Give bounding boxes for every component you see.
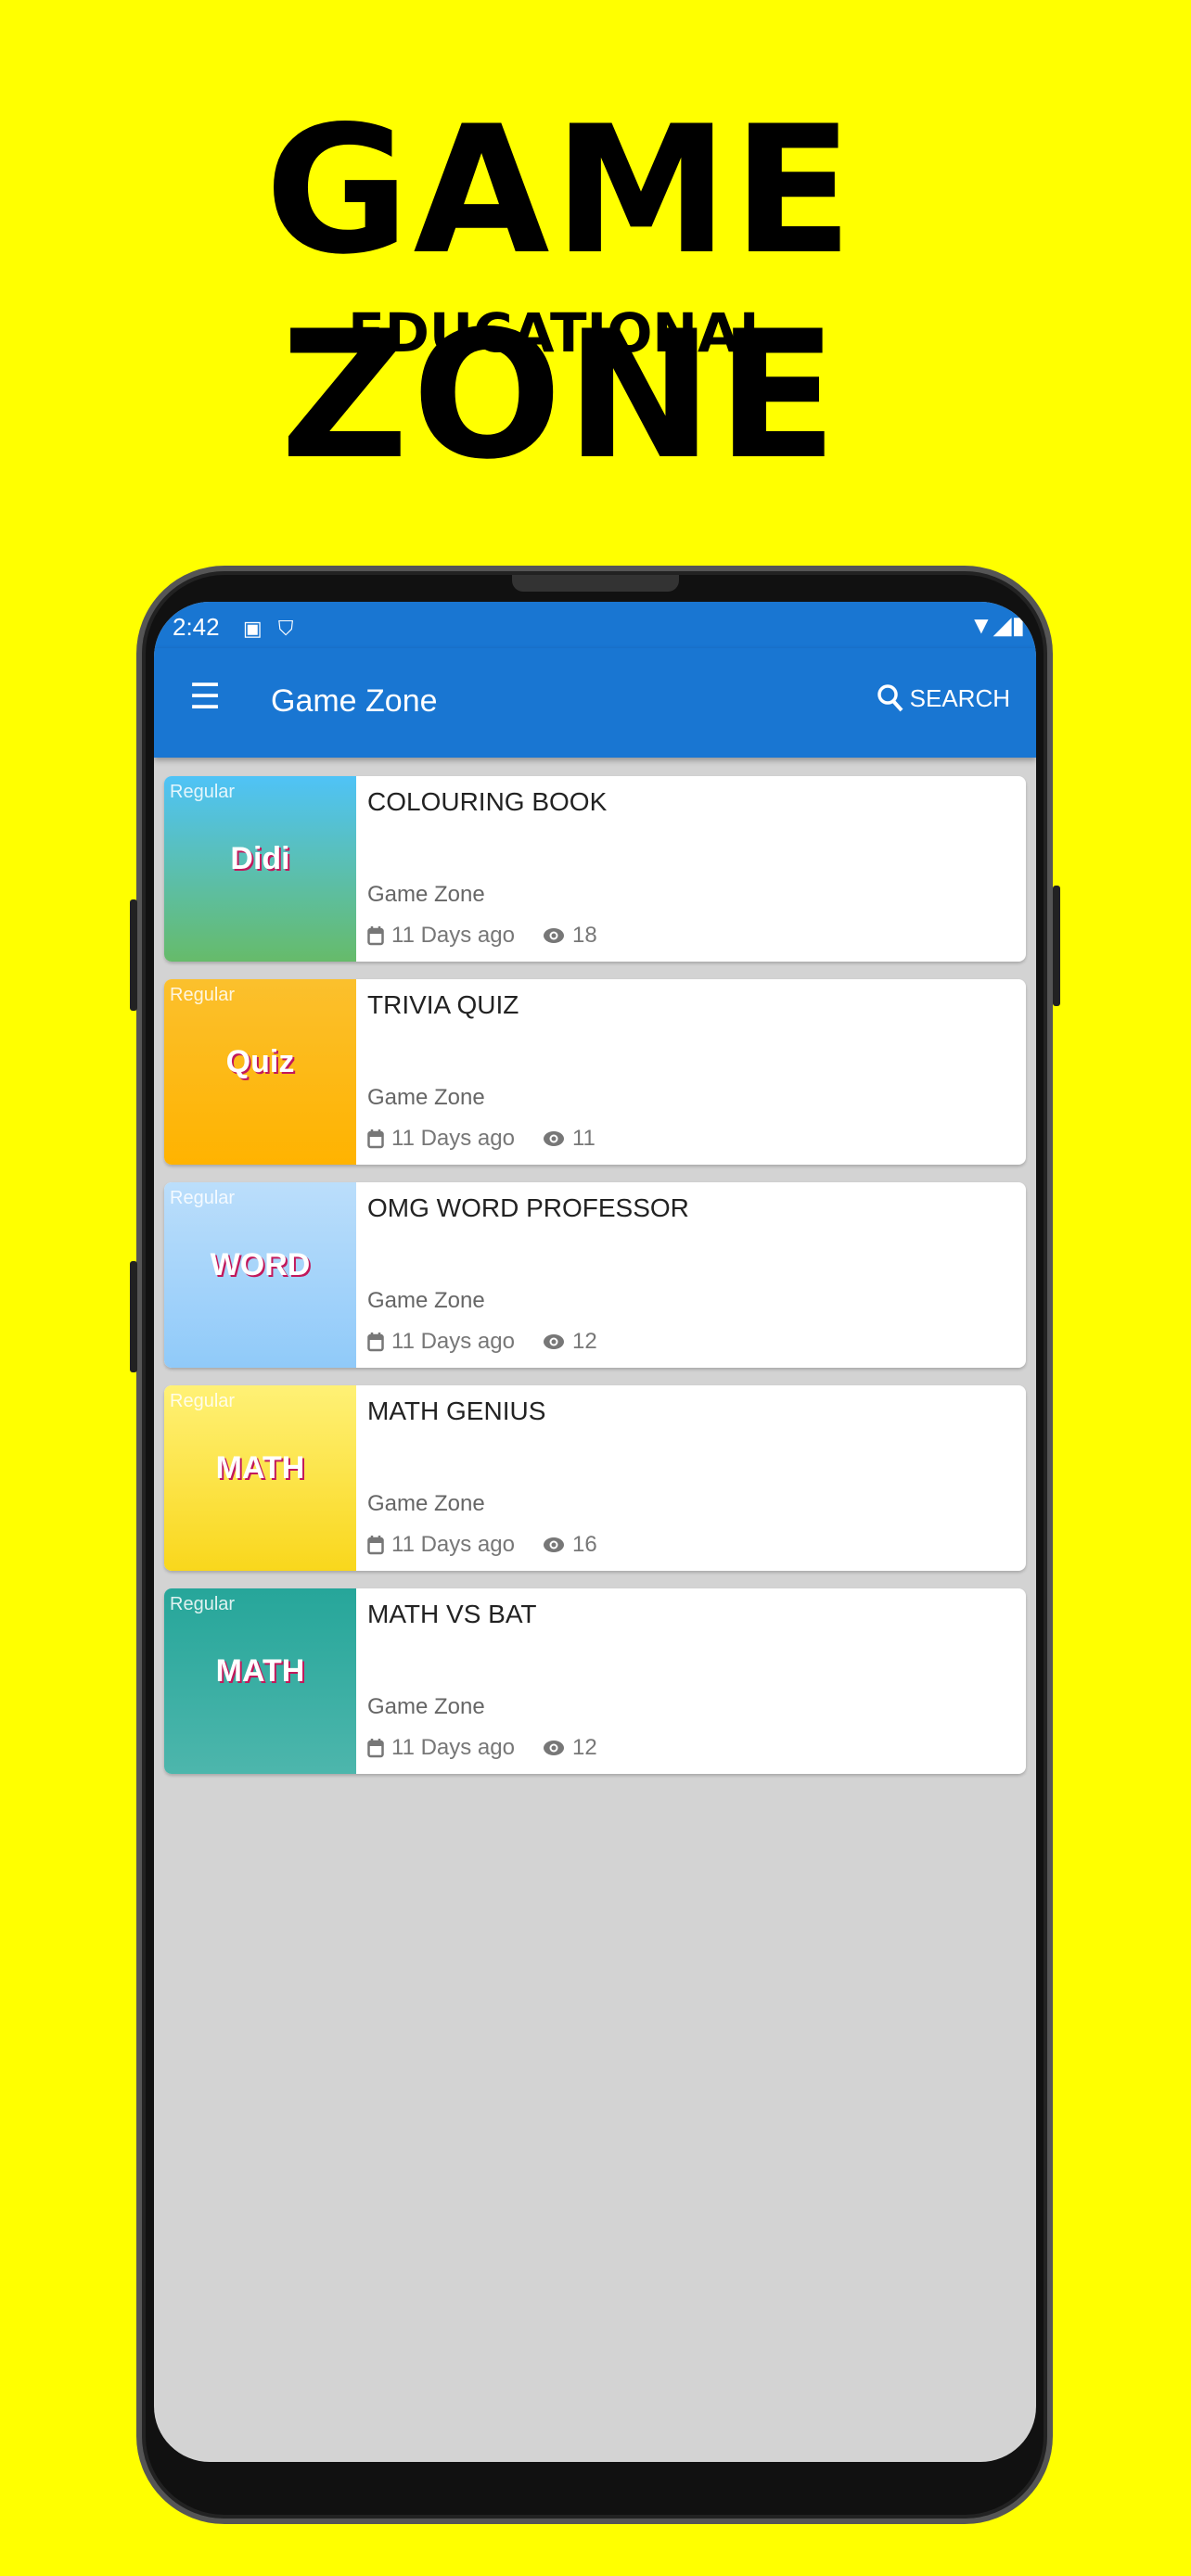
game-info: MATH VS BAT Game Zone 11 Days ago 12 <box>356 1588 1026 1774</box>
game-source: Game Zone <box>367 1491 485 1516</box>
thumbnail-art: Quiz <box>225 1044 295 1079</box>
game-age: 11 Days ago <box>391 1329 515 1354</box>
game-views: 16 <box>571 1532 597 1557</box>
game-card[interactable]: Regular Quiz TRIVIA QUIZ Game Zone 11 Da… <box>164 979 1026 1165</box>
calendar-icon <box>367 1333 384 1352</box>
eye-icon <box>543 1334 564 1349</box>
game-card[interactable]: Regular WORD OMG WORD PROFESSOR Game Zon… <box>164 1182 1026 1368</box>
phone-volume-button <box>130 899 137 1011</box>
signal-icon: ▼◢▮ <box>968 611 1025 639</box>
game-title: MATH VS BAT <box>367 1600 537 1628</box>
game-info: TRIVIA QUIZ Game Zone 11 Days ago 11 <box>356 979 1026 1165</box>
notification-icon: ▣ <box>242 617 263 640</box>
calendar-icon <box>367 1536 384 1555</box>
game-card[interactable]: Regular MATH MATH GENIUS Game Zone 11 Da… <box>164 1385 1026 1571</box>
game-age: 11 Days ago <box>391 923 515 948</box>
game-thumbnail: Regular Didi <box>164 776 356 962</box>
game-age: 11 Days ago <box>391 1126 515 1151</box>
promo-headline: GAME ZONE <box>264 88 857 498</box>
menu-icon[interactable]: ☰ <box>189 676 221 718</box>
eye-icon <box>543 1741 564 1755</box>
game-title: OMG WORD PROFESSOR <box>367 1193 689 1222</box>
game-source: Game Zone <box>367 882 485 907</box>
promo-subtitle: EDUCATIONAL <box>348 301 774 364</box>
game-age: 11 Days ago <box>391 1532 515 1557</box>
phone-volume-button <box>130 1261 137 1372</box>
game-source: Game Zone <box>367 1085 485 1110</box>
game-title: TRIVIA QUIZ <box>367 990 519 1019</box>
game-badge: Regular <box>170 985 236 1005</box>
game-title: COLOURING BOOK <box>367 787 608 816</box>
calendar-icon <box>367 926 384 946</box>
game-badge: Regular <box>170 1391 236 1411</box>
game-source: Game Zone <box>367 1694 485 1719</box>
game-card[interactable]: Regular Didi COLOURING BOOK Game Zone 11… <box>164 776 1026 962</box>
game-badge: Regular <box>170 1188 236 1208</box>
game-title: MATH GENIUS <box>367 1396 546 1425</box>
game-thumbnail: Regular MATH <box>164 1385 356 1571</box>
calendar-icon <box>367 1129 384 1149</box>
status-time: 2:42 <box>173 613 220 641</box>
shield-icon: ⛉ <box>277 617 294 640</box>
game-thumbnail: Regular WORD <box>164 1182 356 1368</box>
game-thumbnail: Regular Quiz <box>164 979 356 1165</box>
thumbnail-art: MATH <box>215 1653 305 1689</box>
game-age: 11 Days ago <box>391 1735 515 1760</box>
game-views: 12 <box>571 1329 597 1354</box>
game-badge: Regular <box>170 782 236 802</box>
game-card[interactable]: Regular MATH MATH VS BAT Game Zone 11 Da… <box>164 1588 1026 1774</box>
game-thumbnail: Regular MATH <box>164 1588 356 1774</box>
game-views: 18 <box>571 923 597 948</box>
game-source: Game Zone <box>367 1288 485 1313</box>
app-screen: 2:42 ▣ ⛉ ▼◢▮ ☰ Game Zone SEARCH Regular … <box>154 602 1036 2462</box>
phone-speaker <box>512 575 679 592</box>
game-list: Regular Didi COLOURING BOOK Game Zone 11… <box>154 758 1036 1774</box>
game-views: 12 <box>571 1735 597 1760</box>
status-bar: 2:42 ▣ ⛉ ▼◢▮ <box>154 602 1036 648</box>
eye-icon <box>543 1537 564 1552</box>
eye-icon <box>543 1131 564 1146</box>
game-meta: 11 Days ago 18 <box>367 923 597 949</box>
eye-icon <box>543 928 564 943</box>
search-button[interactable]: SEARCH <box>877 683 1010 713</box>
search-icon <box>877 684 903 712</box>
app-title: Game Zone <box>271 683 438 719</box>
game-meta: 11 Days ago 12 <box>367 1735 597 1761</box>
game-meta: 11 Days ago 16 <box>367 1532 597 1558</box>
game-badge: Regular <box>170 1594 236 1614</box>
game-views: 11 <box>571 1126 596 1151</box>
thumbnail-art: Didi <box>230 841 290 876</box>
calendar-icon <box>367 1739 384 1758</box>
game-info: MATH GENIUS Game Zone 11 Days ago 16 <box>356 1385 1026 1571</box>
game-meta: 11 Days ago 11 <box>367 1126 596 1152</box>
app-bar: ☰ Game Zone SEARCH <box>154 648 1036 758</box>
game-info: COLOURING BOOK Game Zone 11 Days ago 18 <box>356 776 1026 962</box>
thumbnail-art: MATH <box>215 1450 305 1486</box>
search-label: SEARCH <box>909 683 1010 712</box>
phone-power-button <box>1053 886 1060 1006</box>
game-meta: 11 Days ago 12 <box>367 1329 597 1355</box>
game-info: OMG WORD PROFESSOR Game Zone 11 Days ago… <box>356 1182 1026 1368</box>
thumbnail-art: WORD <box>210 1247 311 1282</box>
